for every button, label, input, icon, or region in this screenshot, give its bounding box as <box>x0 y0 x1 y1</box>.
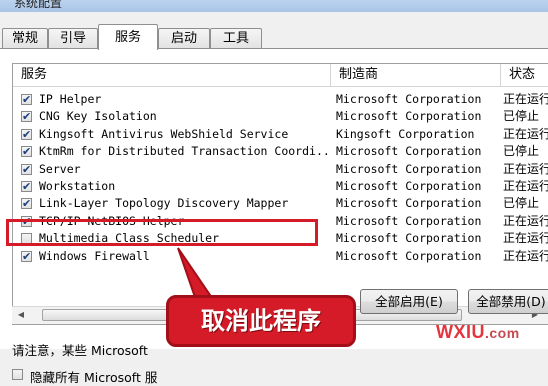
callout-label: 取消此程序 <box>166 295 356 347</box>
service-checkbox[interactable]: ✔ <box>21 198 32 210</box>
service-name: Server <box>39 161 81 176</box>
service-vendor: Microsoft Corporation <box>336 196 482 211</box>
list-header: 服务 制造商 状态 <box>13 64 548 87</box>
column-service[interactable]: 服务 <box>13 64 331 86</box>
service-name: Kingsoft Antivirus WebShield Service <box>39 126 289 141</box>
service-name: Link-Layer Topology Discovery Mapper <box>39 196 289 211</box>
service-checkbox[interactable]: ✔ <box>21 94 32 105</box>
service-vendor: Microsoft Corporation <box>336 248 482 263</box>
service-row[interactable]: ✔ Kingsoft Antivirus WebShield Service Kin… <box>13 126 548 143</box>
hide-microsoft-label: 隐藏所有 Microsoft 服 <box>30 370 158 385</box>
service-status: 正在运行 <box>503 92 548 106</box>
service-name: CNG Key Isolation <box>39 109 157 124</box>
highlight-box <box>6 219 318 246</box>
service-row[interactable]: ✔ Windows Firewall Microsoft Corporation 正在… <box>13 248 548 265</box>
service-row[interactable]: ✔ Server Microsoft Corporation 正在运行 <box>13 161 548 178</box>
scroll-left-icon[interactable]: ◀ <box>14 309 28 321</box>
service-name: Windows Firewall <box>39 248 150 263</box>
watermark-text: WXIU <box>436 322 485 342</box>
tab-general[interactable]: 常规 <box>2 28 48 48</box>
window-title: 系统配置 <box>14 0 63 10</box>
service-status: 正在运行 <box>503 231 548 246</box>
service-name: Workstation <box>39 179 116 193</box>
service-row[interactable]: ✔ Workstation Microsoft Corporation 正在运行 <box>13 178 548 195</box>
enable-all-button[interactable]: 全部启用(E) <box>360 289 458 314</box>
service-vendor: Microsoft Corporation <box>336 213 482 228</box>
service-checkbox[interactable]: ✔ <box>21 111 32 123</box>
tab-tools[interactable]: 工具 <box>210 28 262 48</box>
service-checkbox[interactable]: ✔ <box>21 146 32 158</box>
service-checkbox[interactable]: ✔ <box>21 128 32 140</box>
service-checkbox[interactable]: ✔ <box>21 163 32 175</box>
service-vendor: Microsoft Corporation <box>336 109 482 124</box>
service-status: 正在运行 <box>503 179 548 193</box>
service-vendor: Microsoft Corporation <box>336 231 482 246</box>
service-status: 已停止 <box>503 196 540 211</box>
watermark-suffix: .com <box>485 325 520 341</box>
service-status: 正在运行 <box>503 161 548 176</box>
column-manufacturer[interactable]: 制造商 <box>331 64 501 86</box>
window-titlebar: 系统配置 <box>0 0 548 12</box>
service-vendor: Kingsoft Corporation <box>336 126 475 141</box>
service-vendor: Microsoft Corporation <box>336 144 482 159</box>
service-status: 正在运行 <box>503 126 548 141</box>
service-checkbox[interactable]: ✔ <box>21 181 32 192</box>
notice-text: 请注意，某些 Microsoft <box>12 343 148 358</box>
services-list: 服务 制造商 状态 ✔ IP Helper Microsoft Corporatio… <box>12 63 548 325</box>
service-status: 正在运行 <box>503 213 548 228</box>
tab-strip: 常规 引导 服务 启动 工具 <box>0 12 548 50</box>
service-row[interactable]: ✔ CNG Key Isolation Microsoft Corporation 已… <box>13 108 548 125</box>
service-vendor: Microsoft Corporation <box>336 161 482 176</box>
watermark-logo: WXIU.com <box>436 322 520 343</box>
tab-services[interactable]: 服务 <box>98 24 158 50</box>
service-vendor: Microsoft Corporation <box>336 179 482 193</box>
column-status[interactable]: 状态 <box>501 64 548 86</box>
service-row[interactable]: ✔ IP Helper Microsoft Corporation 正在运行 <box>13 91 548 108</box>
service-status: 正在运行 <box>503 248 548 263</box>
disable-all-button[interactable]: 全部禁用(D) <box>468 289 548 314</box>
service-row[interactable]: ✔ Link-Layer Topology Discovery Mapper Mic… <box>13 195 548 212</box>
service-vendor: Microsoft Corporation <box>336 92 482 106</box>
hide-microsoft-checkbox[interactable] <box>12 369 23 380</box>
service-status: 已停止 <box>503 109 540 124</box>
service-name: IP Helper <box>39 92 102 106</box>
service-status: 已停止 <box>503 144 540 159</box>
service-name: KtmRm for Distributed Transaction Coordi… <box>39 144 329 159</box>
service-row[interactable]: ✔ KtmRm for Distributed Transaction Coord… <box>13 143 548 160</box>
tab-startup[interactable]: 启动 <box>158 28 210 48</box>
tab-boot[interactable]: 引导 <box>48 28 98 48</box>
service-checkbox[interactable]: ✔ <box>21 250 32 262</box>
